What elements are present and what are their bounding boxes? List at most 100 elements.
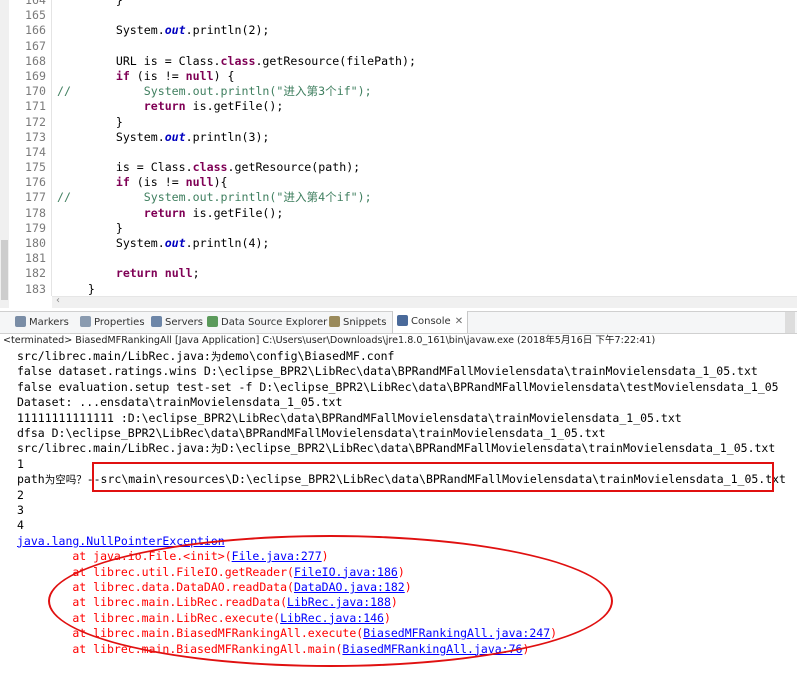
- line-number: 169: [25, 68, 46, 83]
- code-line[interactable]: 169 if (is != null) {: [0, 69, 797, 84]
- line-number: 175: [25, 160, 46, 175]
- code-line[interactable]: 176 if (is != null){: [0, 175, 797, 190]
- line-number: 177: [25, 190, 46, 205]
- code-token: if: [115, 68, 130, 83]
- console-line: 1: [17, 457, 24, 472]
- console-line: Dataset: ...ensdata\trainMovielensdata_1…: [17, 395, 342, 410]
- code-token: ) {: [213, 68, 235, 83]
- code-line[interactable]: 175 is = Class.class.getResource(path);: [0, 160, 797, 175]
- code-token: ;: [192, 266, 200, 281]
- console-text: 为空吗？: [44, 474, 87, 487]
- tab-data-source-explorer[interactable]: Data Source Explorer: [207, 312, 327, 333]
- console-line: 3: [17, 503, 24, 518]
- code-token: class: [220, 53, 256, 68]
- line-number: 179: [25, 220, 46, 235]
- tab-label: Data Source Explorer: [221, 317, 328, 328]
- scroll-left-icon[interactable]: ‹: [56, 295, 60, 306]
- code-token: null: [185, 175, 214, 190]
- console-text: src/librec.main/LibRec.java:: [17, 441, 211, 456]
- code-line[interactable]: 171 return is.getFile();: [0, 99, 797, 114]
- line-number: 180: [25, 236, 46, 250]
- code-token: out: [164, 129, 186, 144]
- code-token: }: [60, 281, 95, 296]
- line-number: 176: [25, 175, 46, 190]
- console-line: 4: [17, 518, 24, 533]
- line-number: 178: [25, 205, 46, 220]
- code-token: }: [60, 114, 123, 129]
- code-text: is = Class.class.getResource(path);: [60, 160, 360, 175]
- code-lines[interactable]: 164 } 165 166 System.out.println(2); 167 168…: [0, 0, 797, 297]
- code-text: return is.getFile();: [60, 206, 284, 221]
- code-line[interactable]: 173 System.out.println(3);: [0, 130, 797, 145]
- code-line[interactable]: 168 URL is = Class.class.getResource(fil…: [0, 54, 797, 69]
- tab-snippets[interactable]: Snippets: [329, 312, 386, 333]
- tab-markers[interactable]: Markers: [15, 312, 69, 333]
- code-line[interactable]: 167: [0, 39, 797, 54]
- line-number: 172: [25, 114, 46, 129]
- code-line[interactable]: 174: [0, 145, 797, 160]
- line-number: 171: [25, 99, 46, 114]
- data-source-icon: [207, 316, 218, 327]
- tab-servers[interactable]: Servers: [151, 312, 203, 333]
- code-line[interactable]: 180 System.out.println(4);: [0, 236, 797, 251]
- code-line[interactable]: 165: [0, 8, 797, 23]
- code-line[interactable]: 181: [0, 251, 797, 266]
- code-token: is = Class.: [60, 160, 193, 175]
- console-text: 11111111111111 :D:\eclipse_BPR2\LibRec\d…: [17, 410, 682, 425]
- code-text: return null;: [60, 266, 200, 281]
- code-line[interactable]: 177// System.out.println("进入第4个if");: [0, 190, 797, 205]
- code-token: null: [185, 68, 214, 83]
- code-text: if (is != null){: [60, 175, 228, 190]
- code-token: out: [164, 236, 186, 250]
- console-text: dfsa D:\eclipse_BPR2\LibRec\data\BPRandM…: [17, 426, 606, 440]
- code-token: .println(3);: [185, 129, 270, 144]
- code-token: }: [60, 0, 123, 7]
- console-line: src/librec.main/LibRec.java:为demo\config…: [17, 349, 394, 364]
- console-text: 1: [17, 456, 24, 471]
- code-text: }: [60, 115, 123, 130]
- code-token: .getResource(path);: [227, 160, 361, 175]
- tab-label: Servers: [165, 317, 204, 328]
- code-token: (is !=: [129, 68, 186, 83]
- line-number: 173: [25, 129, 46, 144]
- console-header: <terminated> BiasedMFRankingAll [Java Ap…: [3, 335, 656, 346]
- code-line[interactable]: 170// System.out.println("进入第3个if");: [0, 84, 797, 99]
- code-line[interactable]: 172 }: [0, 115, 797, 130]
- tab-label: Snippets: [343, 317, 387, 328]
- close-icon[interactable]: ✕: [455, 316, 463, 327]
- console-line: 2: [17, 488, 24, 503]
- code-line[interactable]: 178 return is.getFile();: [0, 206, 797, 221]
- console-text: false dataset.ratings.wins D:\eclipse_BP…: [17, 364, 758, 379]
- line-number: 174: [25, 144, 46, 159]
- console-text: false evaluation.setup test-set -f D:\ec…: [17, 379, 779, 394]
- console-line: dfsa D:\eclipse_BPR2\LibRec\data\BPRandM…: [17, 426, 606, 441]
- view-menu-control[interactable]: [785, 312, 795, 333]
- code-token: return: [143, 99, 186, 114]
- code-line[interactable]: 166 System.out.println(2);: [0, 23, 797, 38]
- console-text: 4: [17, 518, 24, 533]
- code-text: System.out.println("进入第3个if");: [60, 84, 372, 99]
- console-text: demo\config\BiasedMF.conf: [221, 349, 395, 363]
- horizontal-scrollbar[interactable]: ‹: [52, 295, 797, 308]
- code-line[interactable]: 164 }: [0, 0, 797, 8]
- code-line[interactable]: 183 }: [0, 282, 797, 297]
- code-text: return is.getFile();: [60, 99, 284, 114]
- code-text: System.out.println(2);: [60, 23, 270, 38]
- code-token: System.: [60, 129, 165, 144]
- line-number: 165: [25, 8, 46, 23]
- tab-properties[interactable]: Properties: [80, 312, 145, 333]
- code-text: URL is = Class.class.getResource(filePat…: [60, 54, 416, 69]
- code-token: ){: [213, 175, 228, 190]
- line-number: 183: [25, 281, 46, 296]
- code-token: out: [164, 23, 186, 38]
- code-line[interactable]: 182 return null;: [0, 266, 797, 281]
- console-text: Dataset: ...ensdata\trainMovielensdata_1…: [17, 395, 343, 410]
- code-token: return: [115, 266, 158, 281]
- line-number: 181: [25, 251, 46, 266]
- code-editor[interactable]: 164 } 165 166 System.out.println(2); 167 168…: [0, 0, 797, 308]
- line-number: 167: [25, 38, 46, 53]
- tab-console[interactable]: Console ✕: [392, 311, 469, 333]
- code-line[interactable]: 179 }: [0, 221, 797, 236]
